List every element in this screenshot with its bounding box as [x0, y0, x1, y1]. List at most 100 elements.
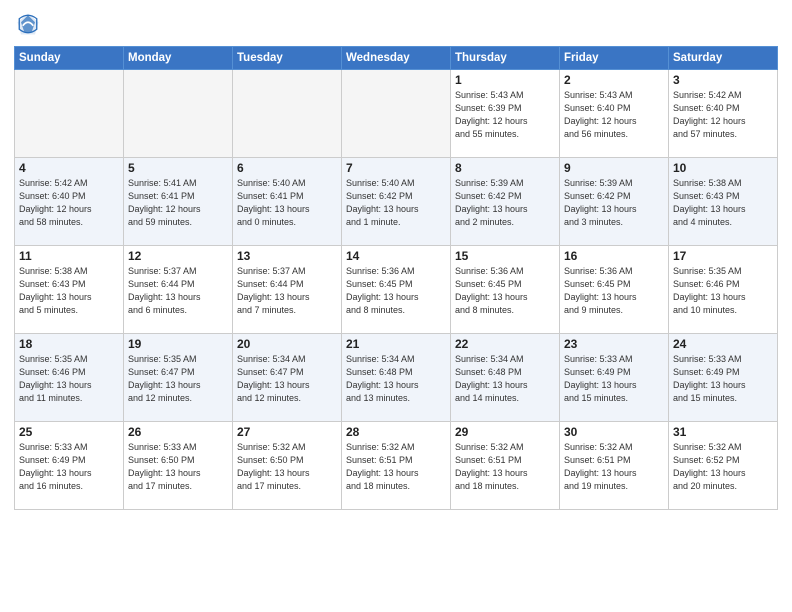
calendar-cell — [342, 70, 451, 158]
logo-icon — [14, 10, 42, 38]
calendar-header-row: SundayMondayTuesdayWednesdayThursdayFrid… — [15, 47, 778, 70]
calendar-cell: 30 Sunrise: 5:32 AM Sunset: 6:51 PM Dayli… — [560, 422, 669, 510]
calendar-cell: 29 Sunrise: 5:32 AM Sunset: 6:51 PM Dayli… — [451, 422, 560, 510]
day-info: Sunrise: 5:42 AM Sunset: 6:40 PM Dayligh… — [673, 89, 773, 141]
calendar-cell — [124, 70, 233, 158]
calendar-cell: 4 Sunrise: 5:42 AM Sunset: 6:40 PM Daylig… — [15, 158, 124, 246]
col-header-tuesday: Tuesday — [233, 47, 342, 70]
day-info: Sunrise: 5:41 AM Sunset: 6:41 PM Dayligh… — [128, 177, 228, 229]
day-number: 18 — [19, 337, 119, 351]
day-info: Sunrise: 5:38 AM Sunset: 6:43 PM Dayligh… — [673, 177, 773, 229]
day-number: 26 — [128, 425, 228, 439]
col-header-saturday: Saturday — [669, 47, 778, 70]
page: SundayMondayTuesdayWednesdayThursdayFrid… — [0, 0, 792, 612]
calendar-cell: 16 Sunrise: 5:36 AM Sunset: 6:45 PM Dayli… — [560, 246, 669, 334]
calendar-cell — [15, 70, 124, 158]
day-info: Sunrise: 5:32 AM Sunset: 6:52 PM Dayligh… — [673, 441, 773, 493]
day-info: Sunrise: 5:32 AM Sunset: 6:50 PM Dayligh… — [237, 441, 337, 493]
calendar-cell: 23 Sunrise: 5:33 AM Sunset: 6:49 PM Dayli… — [560, 334, 669, 422]
day-number: 6 — [237, 161, 337, 175]
day-number: 27 — [237, 425, 337, 439]
calendar-cell: 24 Sunrise: 5:33 AM Sunset: 6:49 PM Dayli… — [669, 334, 778, 422]
calendar-cell: 27 Sunrise: 5:32 AM Sunset: 6:50 PM Dayli… — [233, 422, 342, 510]
day-info: Sunrise: 5:40 AM Sunset: 6:41 PM Dayligh… — [237, 177, 337, 229]
day-number: 11 — [19, 249, 119, 263]
calendar-week-2: 4 Sunrise: 5:42 AM Sunset: 6:40 PM Daylig… — [15, 158, 778, 246]
calendar-cell: 17 Sunrise: 5:35 AM Sunset: 6:46 PM Dayli… — [669, 246, 778, 334]
calendar-cell: 28Sunrise: 5:32 AM Sunset: 6:51 PM Dayli… — [342, 422, 451, 510]
day-number: 16 — [564, 249, 664, 263]
day-number: 21 — [346, 337, 446, 351]
calendar-cell: 6 Sunrise: 5:40 AM Sunset: 6:41 PM Daylig… — [233, 158, 342, 246]
calendar-week-4: 18 Sunrise: 5:35 AM Sunset: 6:46 PM Dayli… — [15, 334, 778, 422]
day-number: 29 — [455, 425, 555, 439]
calendar-cell: 20 Sunrise: 5:34 AM Sunset: 6:47 PM Dayli… — [233, 334, 342, 422]
calendar-cell: 21Sunrise: 5:34 AM Sunset: 6:48 PM Dayli… — [342, 334, 451, 422]
header — [14, 10, 778, 38]
day-number: 7 — [346, 161, 446, 175]
col-header-sunday: Sunday — [15, 47, 124, 70]
day-info: Sunrise: 5:37 AM Sunset: 6:44 PM Dayligh… — [128, 265, 228, 317]
day-info: Sunrise: 5:42 AM Sunset: 6:40 PM Dayligh… — [19, 177, 119, 229]
day-info: Sunrise: 5:43 AM Sunset: 6:40 PM Dayligh… — [564, 89, 664, 141]
calendar-cell: 1Sunrise: 5:43 AM Sunset: 6:39 PM Daylig… — [451, 70, 560, 158]
day-info: Sunrise: 5:36 AM Sunset: 6:45 PM Dayligh… — [564, 265, 664, 317]
day-info: Sunrise: 5:32 AM Sunset: 6:51 PM Dayligh… — [455, 441, 555, 493]
day-info: Sunrise: 5:40 AM Sunset: 6:42 PM Dayligh… — [346, 177, 446, 229]
calendar-cell: 3 Sunrise: 5:42 AM Sunset: 6:40 PM Daylig… — [669, 70, 778, 158]
calendar-cell: 14Sunrise: 5:36 AM Sunset: 6:45 PM Dayli… — [342, 246, 451, 334]
day-number: 9 — [564, 161, 664, 175]
day-number: 17 — [673, 249, 773, 263]
calendar-cell: 22 Sunrise: 5:34 AM Sunset: 6:48 PM Dayli… — [451, 334, 560, 422]
calendar-week-3: 11 Sunrise: 5:38 AM Sunset: 6:43 PM Dayli… — [15, 246, 778, 334]
calendar-cell: 2 Sunrise: 5:43 AM Sunset: 6:40 PM Daylig… — [560, 70, 669, 158]
day-info: Sunrise: 5:32 AM Sunset: 6:51 PM Dayligh… — [564, 441, 664, 493]
calendar-cell: 8 Sunrise: 5:39 AM Sunset: 6:42 PM Daylig… — [451, 158, 560, 246]
day-info: Sunrise: 5:38 AM Sunset: 6:43 PM Dayligh… — [19, 265, 119, 317]
day-number: 5 — [128, 161, 228, 175]
day-info: Sunrise: 5:35 AM Sunset: 6:46 PM Dayligh… — [673, 265, 773, 317]
day-number: 2 — [564, 73, 664, 87]
day-info: Sunrise: 5:35 AM Sunset: 6:47 PM Dayligh… — [128, 353, 228, 405]
calendar-cell: 25 Sunrise: 5:33 AM Sunset: 6:49 PM Dayli… — [15, 422, 124, 510]
day-number: 3 — [673, 73, 773, 87]
calendar-cell: 7 Sunrise: 5:40 AM Sunset: 6:42 PM Daylig… — [342, 158, 451, 246]
calendar-cell: 13Sunrise: 5:37 AM Sunset: 6:44 PM Dayli… — [233, 246, 342, 334]
day-number: 14 — [346, 249, 446, 263]
calendar-table: SundayMondayTuesdayWednesdayThursdayFrid… — [14, 46, 778, 510]
calendar-cell: 18 Sunrise: 5:35 AM Sunset: 6:46 PM Dayli… — [15, 334, 124, 422]
day-number: 30 — [564, 425, 664, 439]
calendar-cell: 12 Sunrise: 5:37 AM Sunset: 6:44 PM Dayli… — [124, 246, 233, 334]
day-number: 24 — [673, 337, 773, 351]
day-number: 10 — [673, 161, 773, 175]
day-info: Sunrise: 5:39 AM Sunset: 6:42 PM Dayligh… — [564, 177, 664, 229]
day-number: 12 — [128, 249, 228, 263]
day-info: Sunrise: 5:39 AM Sunset: 6:42 PM Dayligh… — [455, 177, 555, 229]
day-number: 13 — [237, 249, 337, 263]
day-info: Sunrise: 5:34 AM Sunset: 6:48 PM Dayligh… — [455, 353, 555, 405]
calendar-cell: 9 Sunrise: 5:39 AM Sunset: 6:42 PM Daylig… — [560, 158, 669, 246]
calendar-cell: 10 Sunrise: 5:38 AM Sunset: 6:43 PM Dayli… — [669, 158, 778, 246]
calendar-cell — [233, 70, 342, 158]
day-info: Sunrise: 5:35 AM Sunset: 6:46 PM Dayligh… — [19, 353, 119, 405]
calendar-week-5: 25 Sunrise: 5:33 AM Sunset: 6:49 PM Dayli… — [15, 422, 778, 510]
day-number: 19 — [128, 337, 228, 351]
calendar-cell: 26 Sunrise: 5:33 AM Sunset: 6:50 PM Dayli… — [124, 422, 233, 510]
day-info: Sunrise: 5:36 AM Sunset: 6:45 PM Dayligh… — [455, 265, 555, 317]
day-info: Sunrise: 5:33 AM Sunset: 6:49 PM Dayligh… — [19, 441, 119, 493]
calendar-cell: 5 Sunrise: 5:41 AM Sunset: 6:41 PM Daylig… — [124, 158, 233, 246]
day-number: 23 — [564, 337, 664, 351]
day-info: Sunrise: 5:33 AM Sunset: 6:49 PM Dayligh… — [673, 353, 773, 405]
day-info: Sunrise: 5:33 AM Sunset: 6:50 PM Dayligh… — [128, 441, 228, 493]
day-number: 8 — [455, 161, 555, 175]
day-info: Sunrise: 5:34 AM Sunset: 6:47 PM Dayligh… — [237, 353, 337, 405]
day-number: 28 — [346, 425, 446, 439]
day-number: 22 — [455, 337, 555, 351]
day-info: Sunrise: 5:33 AM Sunset: 6:49 PM Dayligh… — [564, 353, 664, 405]
calendar-cell: 15Sunrise: 5:36 AM Sunset: 6:45 PM Dayli… — [451, 246, 560, 334]
day-number: 4 — [19, 161, 119, 175]
day-number: 25 — [19, 425, 119, 439]
logo — [14, 10, 46, 38]
day-number: 20 — [237, 337, 337, 351]
day-number: 1 — [455, 73, 555, 87]
